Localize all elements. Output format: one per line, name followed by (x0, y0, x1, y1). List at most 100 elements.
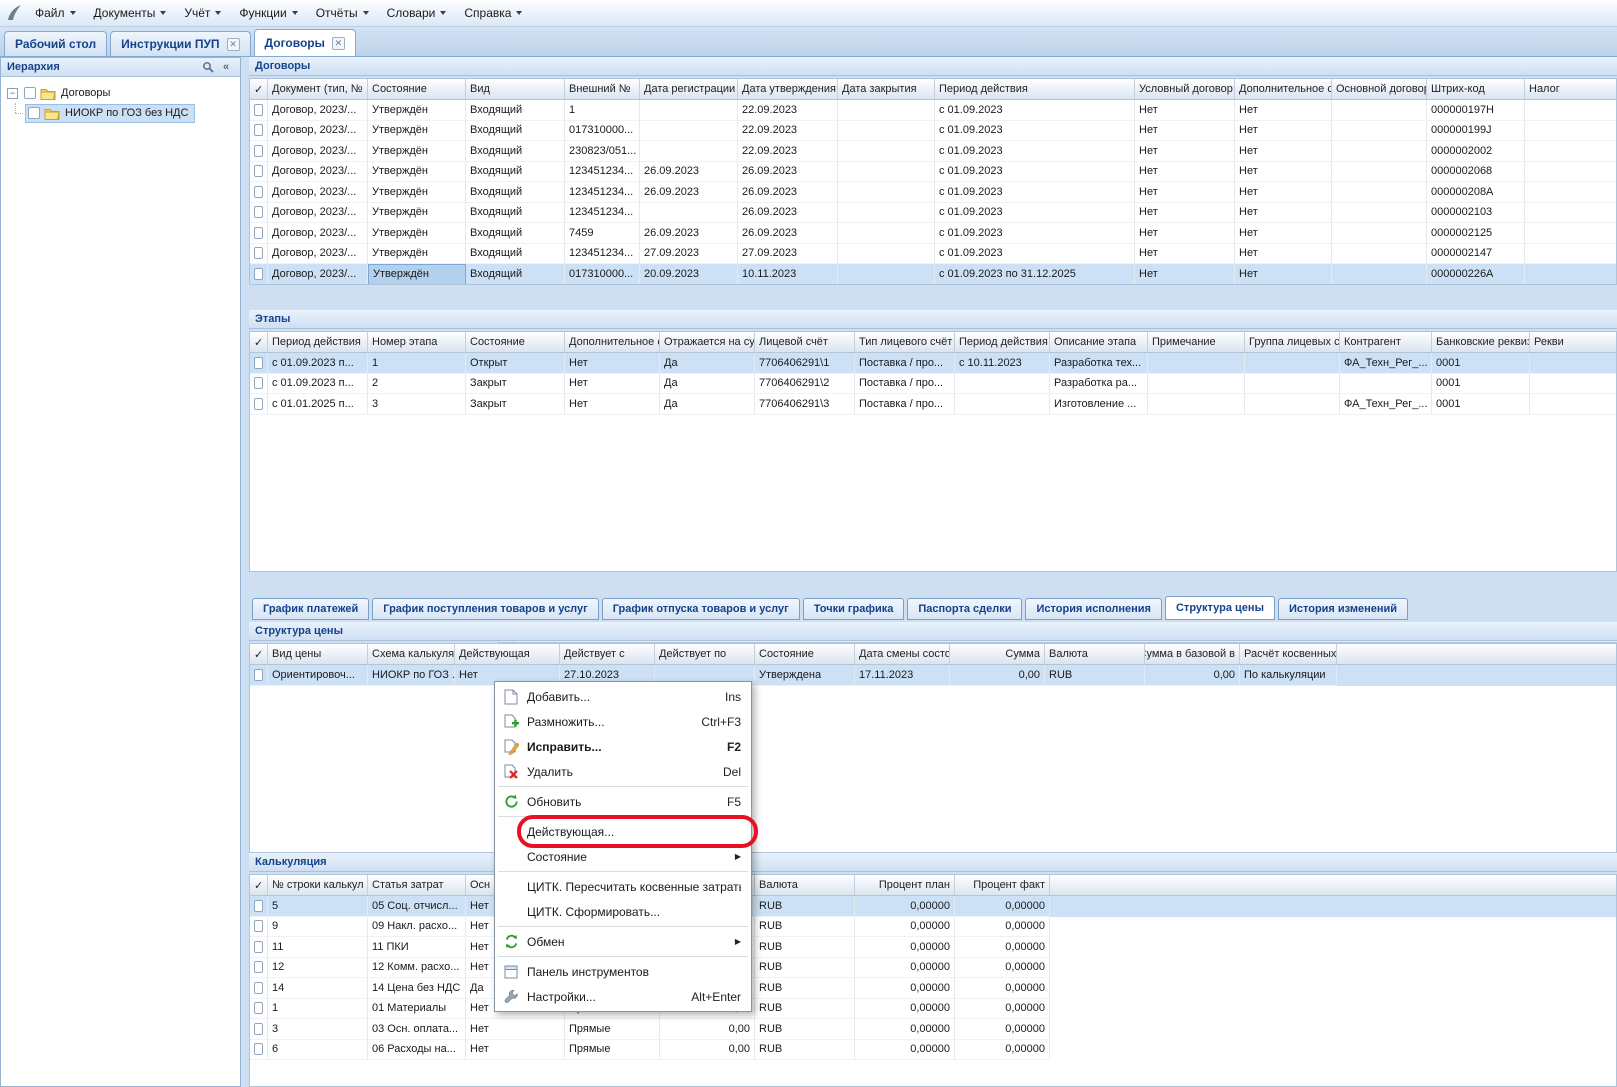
context-menu-item[interactable]: УдалитьDel (497, 759, 749, 784)
context-menu-item[interactable]: Панель инструментов (497, 959, 749, 984)
table-row[interactable]: 1212 Комм. расхо...НетRUB0,000000,00000 (250, 958, 1617, 979)
subtab[interactable]: История изменений (1278, 598, 1408, 620)
grid-column-header[interactable]: Дата закрытия (838, 79, 935, 99)
subtab[interactable]: Паспорта сделки (907, 598, 1022, 620)
subtab[interactable]: Структура цены (1165, 596, 1275, 620)
row-checkbox[interactable] (254, 982, 263, 994)
grid-column-header[interactable]: Документ (тип, № (268, 79, 368, 99)
tab-inactive[interactable]: Рабочий стол (4, 31, 107, 56)
row-checkbox[interactable] (254, 206, 263, 218)
row-checkbox[interactable] (254, 247, 263, 259)
menubar-item[interactable]: Учёт (175, 0, 230, 26)
tree-node-body[interactable]: НИОКР по ГОЗ без НДС (25, 104, 195, 123)
table-row[interactable]: Договор, 2023/...УтверждёнВходящий122.09… (250, 100, 1617, 121)
grid-column-header[interactable]: Дополнительное с (1235, 79, 1332, 99)
tree-node[interactable]: НИОКР по ГОЗ без НДС (7, 103, 238, 123)
grid-column-header[interactable]: ✓ (250, 644, 268, 664)
grid-column-header[interactable]: Описание этапа (1050, 332, 1148, 352)
grid-column-header[interactable]: Налог (1525, 79, 1617, 99)
grid-column-header[interactable]: Примечание (1148, 332, 1245, 352)
close-icon[interactable]: ✕ (227, 38, 240, 51)
context-menu-item[interactable]: Исправить...F2 (497, 734, 749, 759)
grid-column-header[interactable]: Процент план (855, 875, 955, 895)
expander-icon[interactable]: − (7, 88, 18, 99)
grid-column-header[interactable]: Период действия л (955, 332, 1050, 352)
table-row[interactable]: Договор, 2023/...УтверждёнВходящий123451… (250, 244, 1617, 265)
table-row[interactable]: с 01.01.2025 п...3ЗакрытНетДа7706406291\… (250, 394, 1617, 415)
grid-column-header[interactable]: Процент факт (955, 875, 1050, 895)
table-row[interactable]: 1111 ПКИНетRUB0,000000,00000 (250, 937, 1617, 958)
subtab[interactable]: График платежей (252, 598, 369, 620)
table-row[interactable]: 303 Осн. оплата...НетПрямые0,00RUB0,0000… (250, 1019, 1617, 1040)
subtab[interactable]: График отпуска товаров и услуг (602, 598, 800, 620)
row-checkbox[interactable] (254, 165, 263, 177)
table-row[interactable]: 606 Расходы на...НетПрямые0,00RUB0,00000… (250, 1040, 1617, 1061)
grid-column-header[interactable]: Действует с (560, 644, 655, 664)
row-checkbox[interactable] (254, 1023, 263, 1035)
grid-column-header[interactable]: Штрих-код (1427, 79, 1525, 99)
tab-active[interactable]: Договоры✕ (254, 29, 356, 56)
row-checkbox[interactable] (254, 941, 263, 953)
menubar-item[interactable]: Документы (85, 0, 176, 26)
grid-column-header[interactable]: № строки калькул (268, 875, 368, 895)
locate-icon[interactable] (200, 60, 216, 75)
grid-column-header[interactable]: Отражается на су (660, 332, 755, 352)
menubar-item[interactable]: Справка (455, 0, 531, 26)
context-menu-item[interactable]: ЦИТК. Сформировать... (497, 899, 749, 924)
table-row[interactable]: Договор, 2023/...УтверждёнВходящий230823… (250, 141, 1617, 162)
grid-column-header[interactable]: Сумма в базовой в (1145, 644, 1240, 664)
row-checkbox[interactable] (254, 900, 263, 912)
grid-column-header[interactable]: Валюта (1045, 644, 1145, 664)
menubar-item[interactable]: Словари (378, 0, 456, 26)
tree-node-body[interactable]: Договоры (22, 85, 116, 102)
table-row[interactable]: 1414 Цена без НДСДаRUB0,000000,00000 (250, 978, 1617, 999)
tab-inactive[interactable]: Инструкции ПУП✕ (110, 31, 250, 56)
grid-column-header[interactable]: Дата утверждения (738, 79, 838, 99)
tree-node[interactable]: −Договоры (7, 83, 238, 103)
table-row[interactable]: 909 Накл. расхо...НетRUB0,000000,00000 (250, 917, 1617, 938)
grid-column-header[interactable]: Тип лицевого счёт (855, 332, 955, 352)
menubar-item[interactable]: Отчёты (307, 0, 378, 26)
table-row[interactable]: 101 МатериалыНетПрямые0,00RUB0,000000,00… (250, 999, 1617, 1020)
grid-column-header[interactable]: Действует по (655, 644, 755, 664)
row-checkbox[interactable] (254, 357, 263, 369)
context-menu-item[interactable]: Действующая... (497, 819, 749, 844)
table-row[interactable]: Договор, 2023/...УтверждёнВходящий017310… (250, 264, 1617, 285)
grid-column-header[interactable]: Состояние (755, 644, 855, 664)
grid-column-header[interactable]: ✓ (250, 332, 268, 352)
row-checkbox[interactable] (254, 186, 263, 198)
context-menu-item[interactable]: Размножить...Ctrl+F3 (497, 709, 749, 734)
grid-column-header[interactable]: Номер этапа (368, 332, 466, 352)
grid-column-header[interactable]: Состояние (466, 332, 565, 352)
menubar-item[interactable]: Файл (26, 0, 85, 26)
row-checkbox[interactable] (254, 145, 263, 157)
table-row[interactable]: с 01.09.2023 п...1ОткрытНетДа7706406291\… (250, 353, 1617, 374)
grid-column-header[interactable]: Дополнительное с (565, 332, 660, 352)
context-menu-item[interactable]: Обмен▶ (497, 929, 749, 954)
grid-column-header[interactable]: Банковские реквиз (1432, 332, 1530, 352)
row-checkbox[interactable] (254, 268, 263, 280)
table-row[interactable]: Договор, 2023/...УтверждёнВходящий123451… (250, 203, 1617, 224)
grid-column-header[interactable]: Вид цены (268, 644, 368, 664)
context-menu-item[interactable]: Добавить...Ins (497, 684, 749, 709)
row-checkbox[interactable] (254, 920, 263, 932)
grid-column-header[interactable]: Условный договор (1135, 79, 1235, 99)
grid-column-header[interactable]: Рекви (1530, 332, 1617, 352)
row-checkbox[interactable] (254, 1043, 263, 1055)
table-row[interactable]: 505 Соц. отчисл...НетRUB0,000000,00000 (250, 896, 1617, 917)
table-row[interactable]: Договор, 2023/...УтверждёнВходящий123451… (250, 182, 1617, 203)
row-checkbox[interactable] (254, 1002, 263, 1014)
context-menu-item[interactable]: ЦИТК. Пересчитать косвенные затраты... (497, 874, 749, 899)
grid-column-header[interactable]: Период действия (268, 332, 368, 352)
collapse-panel-icon[interactable]: « (218, 60, 234, 75)
grid-column-header[interactable]: Вид (466, 79, 565, 99)
subtab[interactable]: Точки графика (803, 598, 905, 620)
grid-column-header[interactable]: Дата регистрации (640, 79, 738, 99)
subtab[interactable]: График поступления товаров и услуг (372, 598, 598, 620)
row-checkbox[interactable] (254, 377, 263, 389)
grid-column-header[interactable]: Состояние (368, 79, 466, 99)
context-menu-item[interactable]: Настройки...Alt+Enter (497, 984, 749, 1009)
grid-column-header[interactable]: ✓ (250, 79, 268, 99)
subtab[interactable]: История исполнения (1025, 598, 1162, 620)
row-checkbox[interactable] (254, 124, 263, 136)
